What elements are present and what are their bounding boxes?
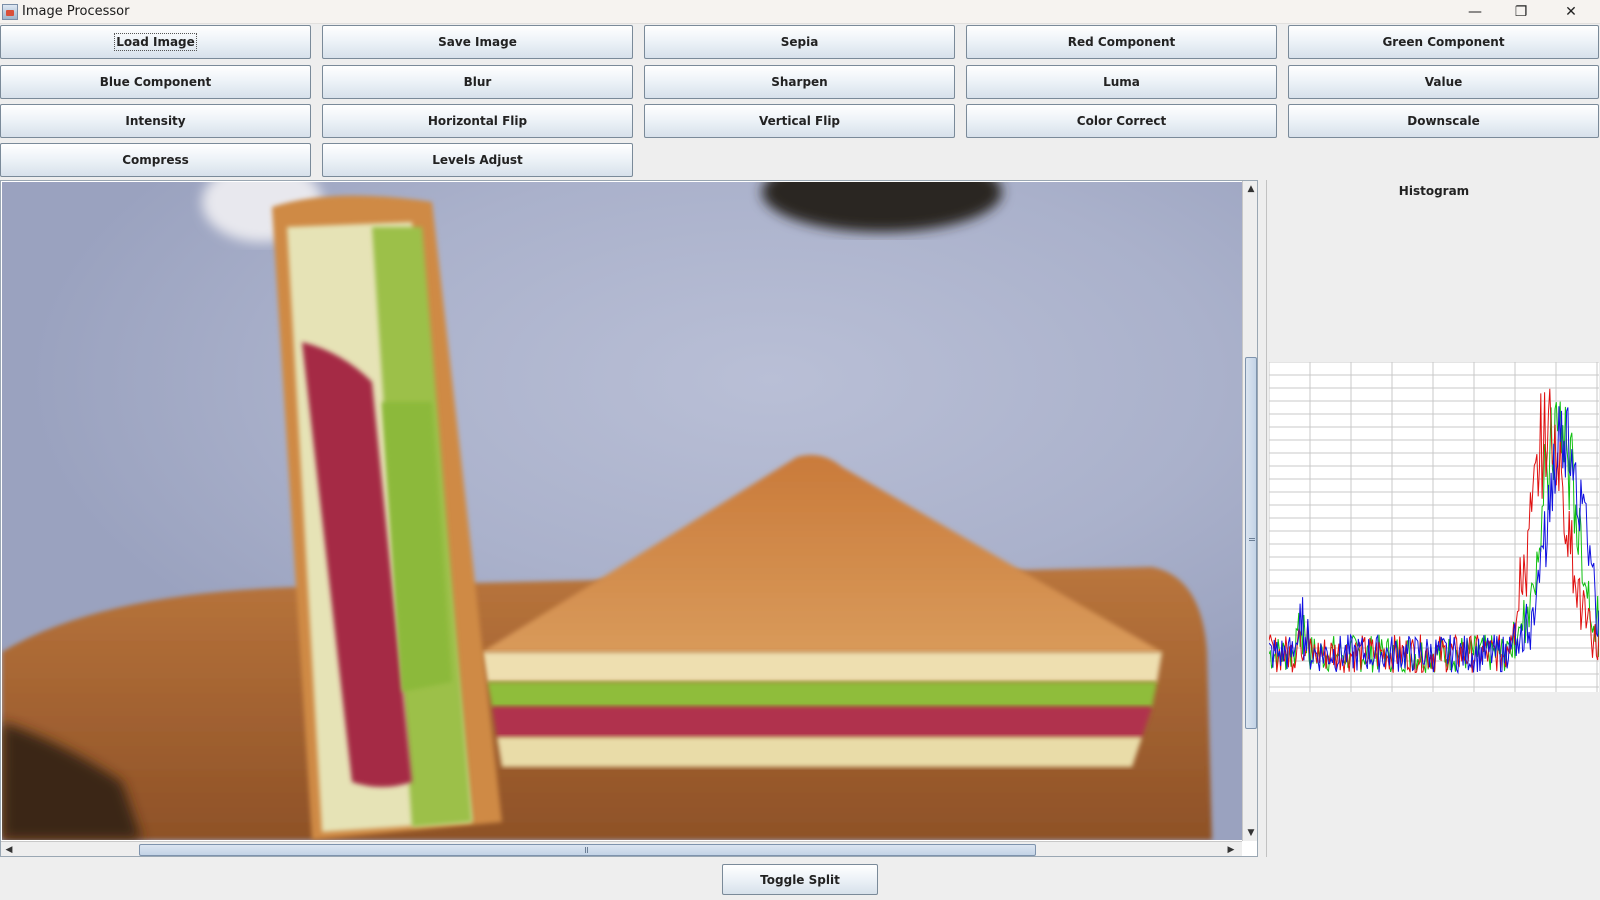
compress-label: Compress [122,153,189,167]
histogram-chart [1269,362,1599,692]
color-correct-button[interactable]: Color Correct [966,104,1277,138]
intensity-label: Intensity [125,114,186,128]
histogram-background [1269,362,1599,692]
sharpen-label: Sharpen [771,75,828,89]
blue-component-label: Blue Component [99,75,212,89]
sandwich-photo [2,182,1242,840]
value-label: Value [1424,75,1463,89]
toggle-split-label: Toggle Split [760,872,840,887]
load-image-button[interactable]: Load Image [0,25,311,59]
restore-icon[interactable]: ❐ [1498,0,1544,24]
green-component-label: Green Component [1382,35,1505,49]
sandwich-photo-illustration [2,182,1212,840]
luma-label: Luma [1103,75,1140,89]
thumb-grip-icon [1249,538,1255,541]
sepia-button[interactable]: Sepia [644,25,955,59]
levels-adjust-button[interactable]: Levels Adjust [322,143,633,177]
horizontal-scroll-thumb[interactable] [139,844,1036,856]
scroll-right-arrow-icon[interactable]: ▶ [1223,842,1239,856]
vertical-flip-button[interactable]: Vertical Flip [644,104,955,138]
horizontal-scrollbar[interactable]: ◀ ▶ [1,841,1242,856]
red-component-label: Red Component [1067,35,1176,49]
vertical-scrollbar[interactable]: ▲ ▼ [1242,181,1257,841]
levels-adjust-label: Levels Adjust [432,153,523,167]
horizontal-flip-label: Horizontal Flip [427,114,528,128]
green-component-button[interactable]: Green Component [1288,25,1599,59]
save-image-button[interactable]: Save Image [322,25,633,59]
title-bar: Image Processor — ❐ ✕ [0,0,1600,24]
horizontal-flip-button[interactable]: Horizontal Flip [322,104,633,138]
close-icon[interactable]: ✕ [1548,0,1594,24]
window-title: Image Processor [22,4,130,19]
save-image-label: Save Image [438,35,517,49]
blur-label: Blur [463,75,492,89]
scroll-up-arrow-icon[interactable]: ▲ [1243,181,1257,197]
scroll-down-arrow-icon[interactable]: ▼ [1243,825,1257,841]
sharpen-button[interactable]: Sharpen [644,65,955,99]
compress-button[interactable]: Compress [0,143,311,177]
java-app-icon [2,4,18,20]
thumb-grip-icon [585,847,588,853]
value-button[interactable]: Value [1288,65,1599,99]
blue-component-button[interactable]: Blue Component [0,65,311,99]
histogram-panel: Histogram [1266,180,1600,857]
luma-button[interactable]: Luma [966,65,1277,99]
histogram-title: Histogram [1398,184,1470,198]
vertical-flip-label: Vertical Flip [758,114,841,128]
downscale-button[interactable]: Downscale [1288,104,1599,138]
image-viewer[interactable]: ▲ ▼ ◀ ▶ [0,180,1258,857]
color-correct-label: Color Correct [1076,114,1167,128]
sepia-label: Sepia [780,35,819,49]
scroll-left-arrow-icon[interactable]: ◀ [1,842,17,856]
blur-button[interactable]: Blur [322,65,633,99]
intensity-button[interactable]: Intensity [0,104,311,138]
downscale-label: Downscale [1407,114,1480,128]
vertical-scroll-thumb[interactable] [1245,357,1257,729]
red-component-button[interactable]: Red Component [966,25,1277,59]
toggle-split-button[interactable]: Toggle Split [722,864,878,895]
load-image-label: Load Image [114,33,197,51]
minimize-icon[interactable]: — [1452,0,1498,24]
